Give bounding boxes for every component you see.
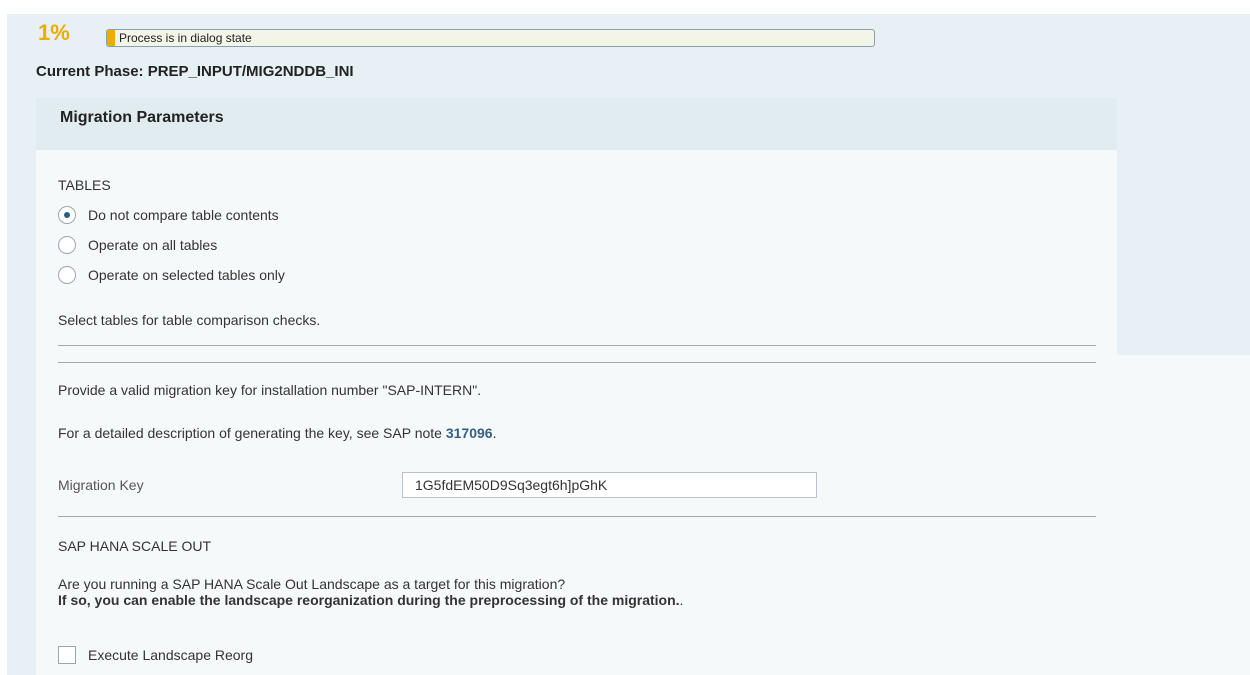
scale-out-question: Are you running a SAP HANA Scale Out Lan… bbox=[58, 576, 566, 592]
radio-label: Do not compare table contents bbox=[88, 207, 279, 223]
sap-note-link[interactable]: 317096 bbox=[446, 425, 493, 441]
migration-key-detail: For a detailed description of generating… bbox=[58, 425, 496, 441]
radio-button-selected[interactable] bbox=[58, 206, 76, 224]
divider bbox=[58, 362, 1096, 363]
tables-heading: TABLES bbox=[58, 177, 111, 193]
progress-bar-fill bbox=[107, 30, 115, 46]
radio-button[interactable] bbox=[58, 266, 76, 284]
scale-out-note: If so, you can enable the landscape reor… bbox=[58, 592, 683, 608]
panel-title: Migration Parameters bbox=[60, 109, 224, 126]
progress-status-text: Process is in dialog state bbox=[119, 31, 252, 45]
tables-hint: Select tables for table comparison check… bbox=[58, 312, 321, 328]
radio-do-not-compare[interactable]: Do not compare table contents bbox=[58, 205, 279, 225]
panel-body-main bbox=[36, 355, 1250, 675]
radio-selected-tables[interactable]: Operate on selected tables only bbox=[58, 265, 285, 285]
radio-button[interactable] bbox=[58, 236, 76, 254]
radio-label: Operate on all tables bbox=[88, 237, 218, 253]
detail-suffix: . bbox=[492, 425, 497, 441]
radio-all-tables[interactable]: Operate on all tables bbox=[58, 235, 217, 255]
progress-bar: Process is in dialog state bbox=[106, 29, 875, 47]
execute-landscape-reorg-checkbox[interactable] bbox=[58, 646, 76, 664]
detail-text: For a detailed description of generating… bbox=[58, 425, 446, 441]
progress-percent: 1% bbox=[38, 20, 70, 45]
scale-out-note-suffix: . bbox=[679, 592, 684, 608]
checkbox-label: Execute Landscape Reorg bbox=[88, 647, 253, 663]
scale-out-heading: SAP HANA SCALE OUT bbox=[58, 538, 212, 554]
divider bbox=[58, 345, 1096, 346]
execute-landscape-reorg-option[interactable]: Execute Landscape Reorg bbox=[58, 645, 253, 665]
migration-key-info: Provide a valid migration key for instal… bbox=[58, 382, 482, 398]
divider bbox=[58, 516, 1096, 517]
scale-out-note-bold: If so, you can enable the landscape reor… bbox=[58, 592, 680, 608]
migration-key-label: Migration Key bbox=[58, 477, 144, 493]
radio-label: Operate on selected tables only bbox=[88, 267, 285, 283]
migration-key-input[interactable] bbox=[402, 472, 817, 498]
current-phase-label: Current Phase: PREP_INPUT/MIG2NDDB_INI bbox=[36, 63, 354, 80]
